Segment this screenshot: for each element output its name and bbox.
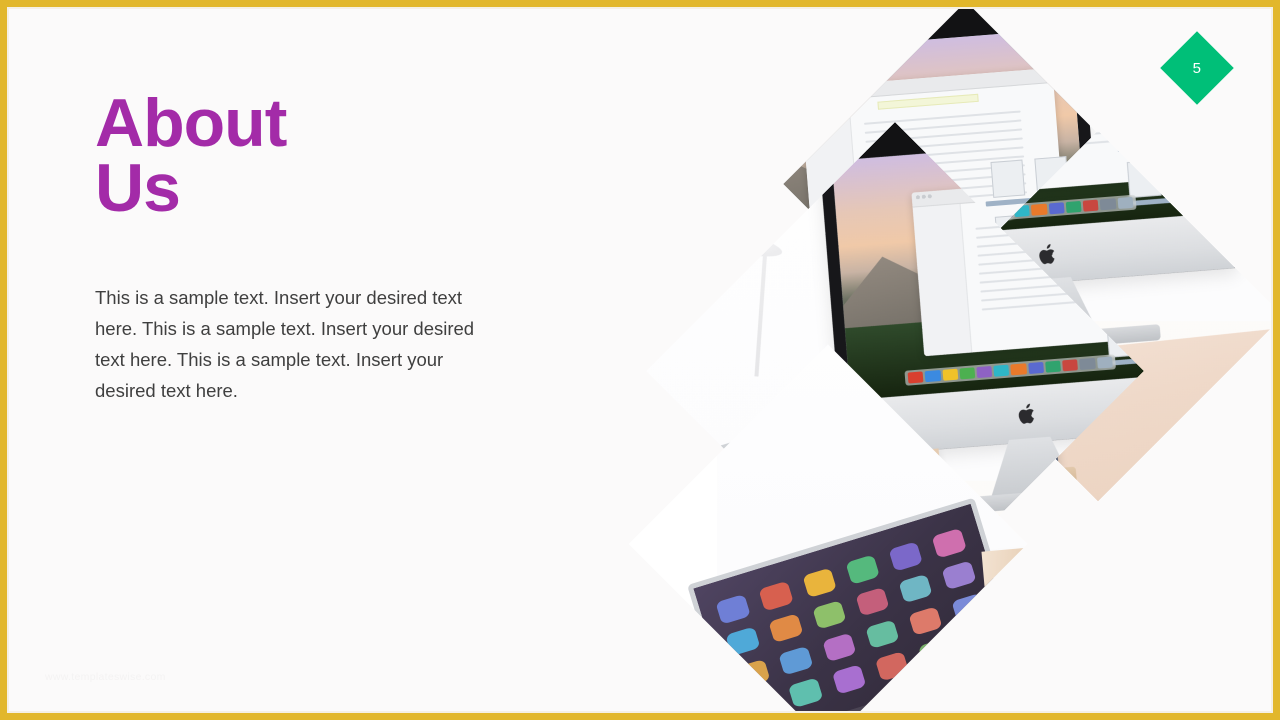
laptop-dock-icon: [910, 687, 945, 713]
launchpad-app-icon: [874, 651, 910, 682]
launchpad-app-icon: [864, 618, 900, 650]
dock-app-icon: [942, 368, 959, 381]
launchpad-app-icon: [831, 664, 867, 695]
dock-app-icon: [993, 364, 1010, 377]
launchpad-app-icon: [888, 541, 924, 572]
launchpad-app-icon: [788, 677, 824, 708]
browser-highlight-row: [877, 93, 979, 110]
image-collage: NEVER SETTLE WACOM: [619, 7, 1273, 720]
slide-canvas: About Us This is a sample text. Insert y…: [0, 0, 1280, 720]
launchpad-app-icon: [811, 599, 847, 631]
launchpad-app-icon: [646, 592, 678, 620]
watermark-text: www.templateswise.com: [45, 671, 166, 683]
dock-app-icon: [1082, 199, 1099, 212]
dock-app-icon: [1031, 203, 1048, 216]
dock-app-icon: [1048, 202, 1065, 215]
dock-app-icon: [1079, 357, 1096, 371]
imac-camera-icon: [893, 20, 900, 27]
dock-app-icon: [1099, 198, 1117, 211]
laptop-dock-icon: [879, 697, 914, 713]
dock-app-icon: [1045, 360, 1062, 373]
launchpad-app-icon: [735, 658, 771, 689]
dock-app-icon: [1117, 196, 1134, 210]
body-paragraph: This is a sample text. Insert your desir…: [95, 287, 475, 402]
dock-app-icon: [1027, 361, 1044, 375]
dock-app-icon: [1010, 363, 1027, 376]
launchpad-app-icon: [941, 560, 977, 591]
launchpad-app-icon: [898, 573, 934, 604]
launchpad-app-icon: [801, 567, 838, 598]
laptop-dock-icon: [848, 706, 884, 713]
text-column: About Us This is a sample text. Insert y…: [95, 85, 515, 407]
launchpad-app-icon: [845, 554, 881, 585]
launchpad-app-icon: [646, 495, 649, 527]
page-title: About Us: [95, 85, 287, 226]
dock-app-icon: [1062, 359, 1079, 372]
dock-app-icon: [976, 365, 993, 379]
dock-app-icon: [924, 370, 941, 383]
launchpad-app-icon: [778, 645, 814, 676]
launchpad-app-icon: [960, 624, 997, 656]
launchpad-app-icon: [715, 593, 751, 625]
launchpad-app-icon: [854, 586, 891, 617]
launchpad-app-icon: [951, 592, 987, 623]
window-controls-icon: [804, 89, 821, 95]
laptop-dock-icon: [818, 716, 852, 720]
launchpad-app-icon: [917, 638, 953, 669]
launchpad-app-icon: [758, 580, 794, 612]
desktop-file-icon: [985, 159, 1035, 207]
launchpad-app-icon: [821, 632, 857, 663]
dock-app-icon: [1096, 356, 1113, 369]
launchpad-app-icon: [768, 612, 804, 644]
dock-app-icon: [959, 367, 976, 380]
launchpad-app-icon: [931, 527, 967, 559]
launchpad-app-icon: [725, 626, 761, 657]
launchpad-app-icon: [745, 690, 781, 713]
launchpad-app-icon: [907, 605, 944, 637]
dock-app-icon: [1065, 200, 1082, 214]
dock-app-icon: [907, 371, 924, 384]
